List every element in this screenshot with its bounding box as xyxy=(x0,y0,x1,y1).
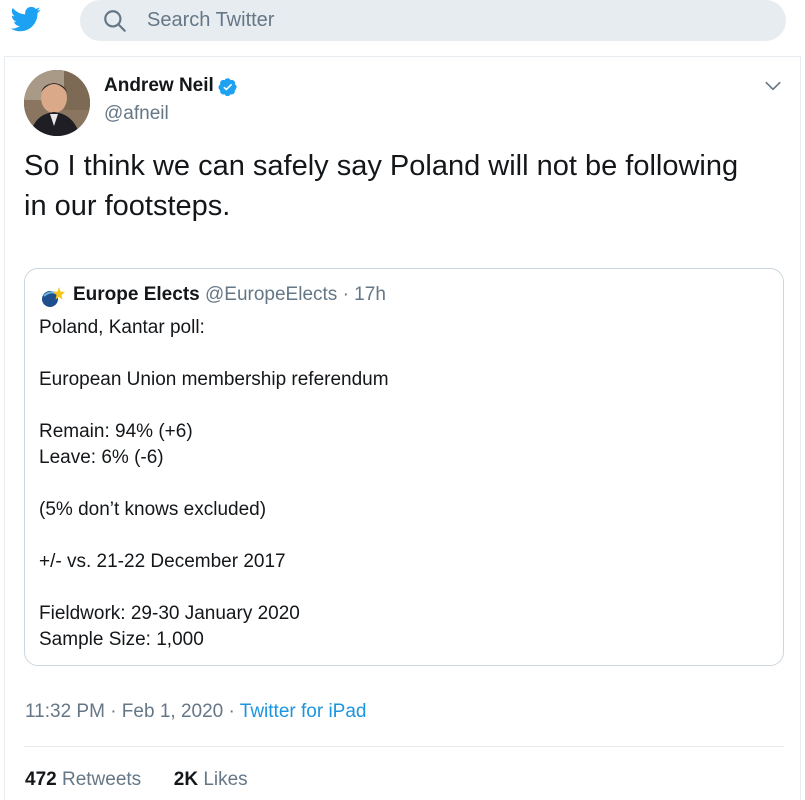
tweet-stats: 472 Retweets 2K Likes xyxy=(25,768,248,792)
quoted-text-line: Fieldwork: 29-30 January 2020 xyxy=(39,603,300,624)
likes-count[interactable]: 2K xyxy=(174,769,198,790)
quoted-text-line: Poland, Kantar poll: xyxy=(39,317,205,338)
quoted-author-name[interactable]: Europe Elects xyxy=(73,284,200,305)
europe-elects-logo-icon xyxy=(40,284,66,310)
quoted-text-line: +/- vs. 21-22 December 2017 xyxy=(39,551,286,572)
quoted-text-line xyxy=(39,393,769,419)
quoted-text-line xyxy=(39,471,769,497)
quoted-text-line: (5% don’t knows excluded) xyxy=(39,499,267,520)
tweet-timestamp[interactable]: 11:32 PM · Feb 1, 2020 · xyxy=(25,701,235,722)
author-handle[interactable]: @afneil xyxy=(104,102,169,126)
avatar-photo xyxy=(24,70,90,136)
search-bar[interactable]: Search Twitter xyxy=(80,0,786,41)
quoted-text-line xyxy=(39,523,769,549)
retweets-label[interactable]: Retweets xyxy=(62,769,141,790)
tweet-timestamp-row: 11:32 PM · Feb 1, 2020 · Twitter for iPa… xyxy=(25,700,366,724)
quoted-text-line: Sample Size: 1,000 xyxy=(39,629,204,650)
quoted-text-line xyxy=(39,575,769,601)
search-icon xyxy=(104,10,126,32)
quoted-text-line xyxy=(39,341,769,367)
twitter-bird-icon[interactable] xyxy=(8,4,44,34)
tweet-source-link[interactable]: Twitter for iPad xyxy=(240,701,367,722)
top-bar: Search Twitter xyxy=(0,0,805,44)
author-name[interactable]: Andrew Neil xyxy=(104,74,214,98)
likes-label[interactable]: Likes xyxy=(203,769,247,790)
divider xyxy=(24,746,784,747)
quoted-text-line: Remain: 94% (+6) xyxy=(39,421,193,442)
tweet-text-line: So I think we can safely say Poland will… xyxy=(24,150,739,182)
author-avatar[interactable] xyxy=(24,70,90,136)
quoted-tweet-header: Europe Elects @EuropeElects · 17h xyxy=(73,283,386,307)
quoted-author-meta: @EuropeElects · 17h xyxy=(205,284,386,305)
verified-badge-icon xyxy=(218,78,237,97)
search-input[interactable]: Search Twitter xyxy=(147,8,274,32)
tweet-text-line: in our footsteps. xyxy=(24,190,231,222)
quoted-text-line: European Union membership referendum xyxy=(39,369,389,390)
quoted-tweet[interactable]: Europe Elects @EuropeElects · 17h Poland… xyxy=(24,268,784,666)
chevron-down-icon[interactable] xyxy=(763,76,783,96)
quoted-text-line: Leave: 6% (-6) xyxy=(39,447,164,468)
quoted-tweet-body: Poland, Kantar poll: European Union memb… xyxy=(39,315,769,653)
tweet-text: So I think we can safely say Poland will… xyxy=(24,146,794,226)
retweets-count[interactable]: 472 xyxy=(25,769,57,790)
